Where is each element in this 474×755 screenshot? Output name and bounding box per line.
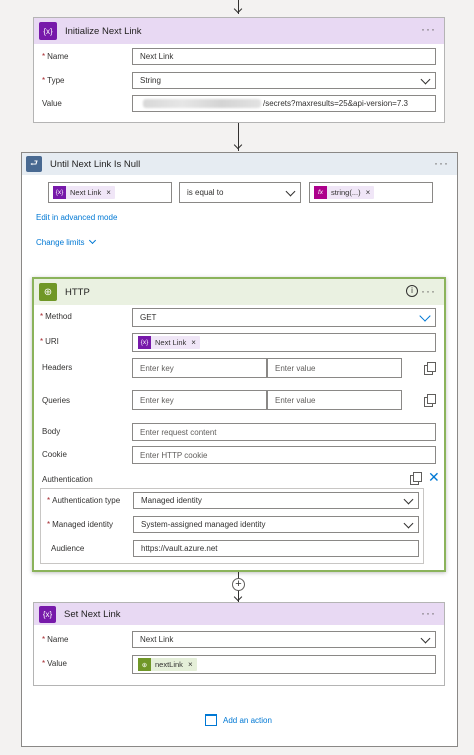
variable-icon: {x} — [138, 336, 151, 349]
http-action-card[interactable]: ⊕ HTTP i ··· * Method GET * URI {x} Next L… — [32, 277, 446, 572]
card-title: HTTP — [65, 286, 90, 298]
initialize-variable-card[interactable]: {x} Initialize Next Link ··· * Name Next … — [33, 17, 445, 123]
card-header[interactable]: {x} Initialize Next Link ··· — [34, 18, 444, 44]
more-options-icon[interactable]: ··· — [434, 156, 449, 170]
condition-operator-select[interactable]: is equal to — [179, 182, 301, 203]
insert-step-plus-icon[interactable]: + — [232, 578, 245, 591]
card-title: Set Next Link — [64, 608, 121, 620]
headers-key-input[interactable]: Enter key — [132, 358, 267, 378]
chevron-down-icon — [89, 236, 97, 245]
type-label: * Type — [42, 76, 65, 85]
managed-identity-label: * Managed identity — [47, 520, 114, 529]
more-options-icon[interactable]: ··· — [421, 22, 436, 36]
uri-label: * URI — [40, 337, 59, 346]
value-field[interactable]: ⊕ nextLink × — [132, 655, 436, 674]
name-value: Next Link — [140, 635, 174, 644]
chevron-down-icon — [403, 494, 414, 505]
queries-label: Queries — [42, 396, 71, 405]
name-select[interactable]: Next Link — [132, 631, 436, 648]
add-action-button[interactable]: Add an action — [205, 714, 272, 726]
variable-icon: {x} — [53, 186, 66, 199]
value-field[interactable]: /secrets?maxresults=25&api-version=7.3 — [132, 95, 436, 112]
edit-advanced-mode-link[interactable]: Edit in advanced mode — [36, 213, 117, 222]
audience-label: Audience — [51, 544, 85, 553]
set-variable-card[interactable]: {x} Set Next Link ··· * Name Next Link * V… — [33, 602, 445, 686]
auth-type-value: Managed identity — [141, 496, 202, 505]
remove-token-icon[interactable]: × — [188, 660, 193, 669]
condition-right-operand[interactable]: fx string(...) × — [309, 182, 433, 203]
switch-to-text-mode-icon[interactable] — [424, 394, 436, 407]
chevron-down-icon — [285, 186, 296, 197]
switch-to-text-mode-icon[interactable] — [410, 472, 422, 485]
variable-icon: {x} — [39, 605, 56, 623]
name-label: * Name — [42, 635, 69, 644]
loop-icon: ⮐ — [26, 156, 42, 172]
authentication-panel: * Authentication type Managed identity * M… — [40, 488, 424, 564]
type-select[interactable]: String — [132, 72, 436, 89]
chevron-down-icon — [420, 633, 431, 644]
remove-token-icon[interactable]: × — [366, 188, 371, 197]
authentication-label: Authentication — [42, 475, 93, 484]
value-label: Value — [42, 99, 62, 108]
operator-value: is equal to — [187, 188, 224, 197]
chevron-down-icon — [403, 518, 414, 529]
add-action-icon — [205, 714, 217, 726]
managed-identity-select[interactable]: System-assigned managed identity — [133, 516, 419, 533]
type-value: String — [140, 76, 161, 85]
uri-field[interactable]: {x} Next Link × — [132, 333, 436, 352]
method-select[interactable]: GET — [132, 308, 436, 327]
audience-input[interactable]: https://vault.azure.net — [133, 540, 419, 557]
headers-value-input[interactable]: Enter value — [267, 358, 402, 378]
more-options-icon[interactable]: ··· — [421, 284, 436, 298]
cookie-input[interactable]: Enter HTTP cookie — [132, 446, 436, 464]
token-label: string(...) — [331, 188, 361, 197]
function-icon: fx — [314, 186, 327, 199]
auth-type-select[interactable]: Managed identity — [133, 492, 419, 509]
connector-arrow-icon — [233, 140, 243, 150]
card-header[interactable]: {x} Set Next Link ··· — [34, 603, 444, 625]
chevron-down-icon — [419, 310, 431, 322]
card-header[interactable]: ⮐ Until Next Link Is Null ··· — [22, 153, 457, 175]
info-icon[interactable]: i — [406, 285, 418, 297]
auth-type-label: * Authentication type — [47, 496, 121, 505]
value-text: /secrets?maxresults=25&api-version=7.3 — [263, 99, 408, 108]
token-label: Next Link — [155, 338, 187, 347]
body-label: Body — [42, 427, 61, 436]
chevron-down-icon — [420, 74, 431, 85]
connector-arrow-icon — [233, 4, 243, 14]
card-title: Initialize Next Link — [65, 25, 142, 37]
http-globe-icon: ⊕ — [39, 283, 57, 301]
token-label: nextLink — [155, 660, 183, 669]
more-options-icon[interactable]: ··· — [421, 606, 436, 620]
change-limits-label: Change limits — [36, 238, 85, 247]
method-label: * Method — [40, 312, 72, 321]
name-label: * Name — [42, 52, 69, 61]
variable-icon: {x} — [39, 22, 57, 40]
cookie-label: Cookie — [42, 450, 67, 459]
close-icon[interactable]: ✕ — [428, 469, 440, 486]
queries-key-input[interactable]: Enter key — [132, 390, 267, 410]
queries-value-input[interactable]: Enter value — [267, 390, 402, 410]
method-value: GET — [140, 313, 157, 322]
headers-label: Headers — [42, 363, 73, 372]
add-action-label: Add an action — [223, 715, 272, 725]
next-link-token[interactable]: {x} Next Link × — [138, 336, 200, 349]
value-label: * Value — [42, 659, 67, 668]
nextlink-token[interactable]: ⊕ nextLink × — [138, 658, 197, 671]
card-title: Until Next Link Is Null — [50, 158, 141, 170]
redacted-value — [143, 99, 261, 108]
expression-token[interactable]: fx string(...) × — [314, 186, 375, 199]
condition-left-operand[interactable]: {x} Next Link × — [48, 182, 172, 203]
card-header[interactable]: ⊕ HTTP i ··· — [34, 279, 444, 305]
managed-identity-value: System-assigned managed identity — [141, 520, 266, 529]
remove-token-icon[interactable]: × — [191, 338, 196, 347]
body-input[interactable]: Enter request content — [132, 423, 436, 441]
remove-token-icon[interactable]: × — [106, 188, 111, 197]
change-limits-link[interactable]: Change limits — [36, 236, 97, 247]
next-link-token[interactable]: {x} Next Link × — [53, 186, 115, 199]
switch-to-text-mode-icon[interactable] — [424, 362, 436, 375]
token-label: Next Link — [70, 188, 102, 197]
http-globe-icon: ⊕ — [138, 658, 151, 671]
name-field[interactable]: Next Link — [132, 48, 436, 65]
